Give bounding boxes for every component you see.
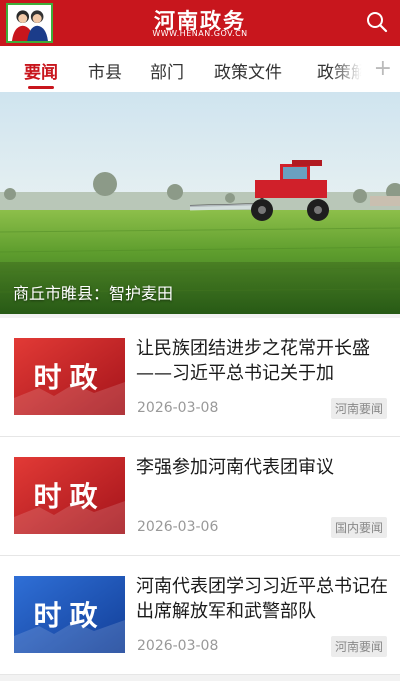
tab-policy-documents[interactable]: 政策文件 [214,58,282,83]
tab-cities[interactable]: 市县 [88,58,122,83]
category-tabs: 要闻 市县 部门 政策文件 政策解 + [0,46,400,92]
news-thumbnail: 时政 [14,338,125,415]
thumbnail-label: 时政 [33,599,106,632]
news-item[interactable]: 时政 让民族团结进步之花常开长盛——习近平总书记关于加 2026-03-08 河… [0,318,400,437]
thumbnail-label: 时政 [33,361,106,394]
news-list: 时政 让民族团结进步之花常开长盛——习近平总书记关于加 2026-03-08 河… [0,318,400,675]
news-category-tag: 河南要闻 [330,398,387,419]
news-category-tag: 河南要闻 [330,636,387,657]
news-title[interactable]: 河南代表团学习习近平总书记在出席解放军和武警部队 [136,574,388,624]
news-thumbnail: 时政 [14,576,125,653]
active-tab-indicator [28,86,54,89]
news-category-tag: 国内要闻 [330,517,387,538]
news-item[interactable]: 时政 河南代表团学习习近平总书记在出席解放军和武警部队 2026-03-08 河… [0,556,400,675]
news-title[interactable]: 李强参加河南代表团审议 [136,455,388,480]
banner-caption[interactable]: 商丘市睢县：智护麦田 [13,280,173,304]
news-thumbnail: 时政 [14,457,125,534]
news-title[interactable]: 让民族团结进步之花常开长盛——习近平总书记关于加 [136,336,388,386]
news-date: 2026-03-06 [137,519,219,535]
tab-departments[interactable]: 部门 [150,58,184,83]
news-date: 2026-03-08 [137,638,219,654]
banner-carousel[interactable]: 商丘市睢县：智护麦田 [0,92,400,314]
news-date: 2026-03-08 [137,400,219,416]
app-subtitle: WWW.HENAN.GOV.CN [152,29,248,38]
news-item[interactable]: 时政 李强参加河南代表团审议 2026-03-06 国内要闻 [0,437,400,556]
tab-news[interactable]: 要闻 [24,58,58,83]
app-header: 河南政务 WWW.HENAN.GOV.CN [0,0,400,46]
add-tab-button[interactable]: + [374,56,392,81]
thumbnail-label: 时政 [33,480,106,513]
search-icon[interactable] [364,9,390,35]
